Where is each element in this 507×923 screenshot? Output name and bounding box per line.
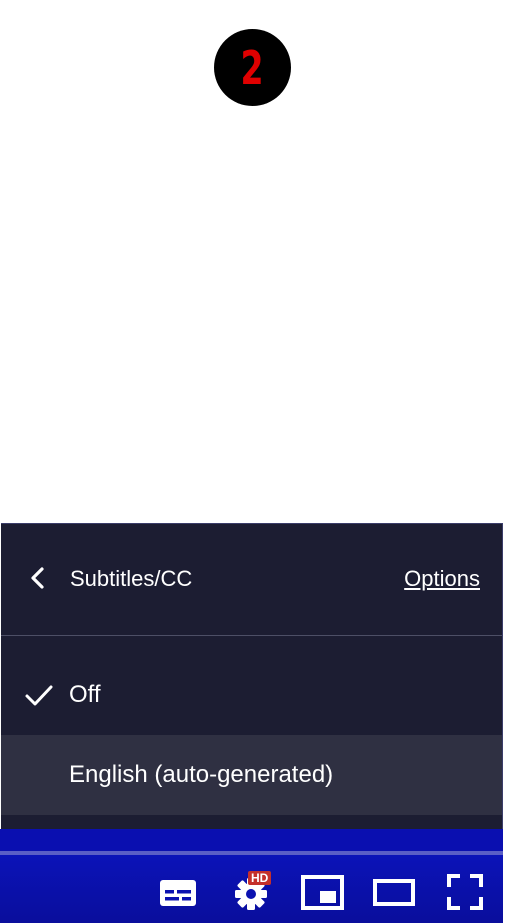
- fullscreen-button[interactable]: [446, 873, 486, 913]
- subtitles-menu: Subtitles/CC Options Off English (auto-g…: [1, 523, 503, 829]
- step-number-badge: 2: [214, 29, 291, 106]
- chevron-left-icon: [31, 567, 44, 589]
- options-link[interactable]: Options: [404, 566, 480, 592]
- subtitles-button[interactable]: [158, 873, 198, 913]
- theater-mode-button[interactable]: [372, 873, 418, 913]
- progress-bar[interactable]: [0, 829, 503, 851]
- check-icon: [25, 685, 53, 706]
- theater-mode-icon: [373, 879, 415, 906]
- miniplayer-icon: [301, 875, 344, 910]
- step-number: 2: [240, 40, 265, 95]
- menu-item-label: English (auto-generated): [69, 761, 334, 788]
- menu-item-english-auto-generated[interactable]: English (auto-generated): [1, 735, 502, 815]
- menu-item-label: Off: [69, 681, 101, 708]
- settings-button[interactable]: HD: [231, 871, 277, 913]
- menu-title: Subtitles/CC: [70, 566, 193, 591]
- page: 2 Subtitles/CC Options Off English (auto…: [0, 0, 507, 923]
- menu-item-off[interactable]: Off: [1, 655, 502, 735]
- fullscreen-icon: [447, 874, 483, 910]
- menu-divider: [1, 635, 502, 636]
- menu-header: Subtitles/CC Options: [1, 524, 502, 635]
- player-controls: HD: [0, 855, 503, 923]
- back-button[interactable]: [25, 564, 53, 592]
- miniplayer-button[interactable]: [300, 873, 346, 913]
- hd-badge: HD: [248, 871, 272, 885]
- subtitles-icon: [160, 880, 196, 906]
